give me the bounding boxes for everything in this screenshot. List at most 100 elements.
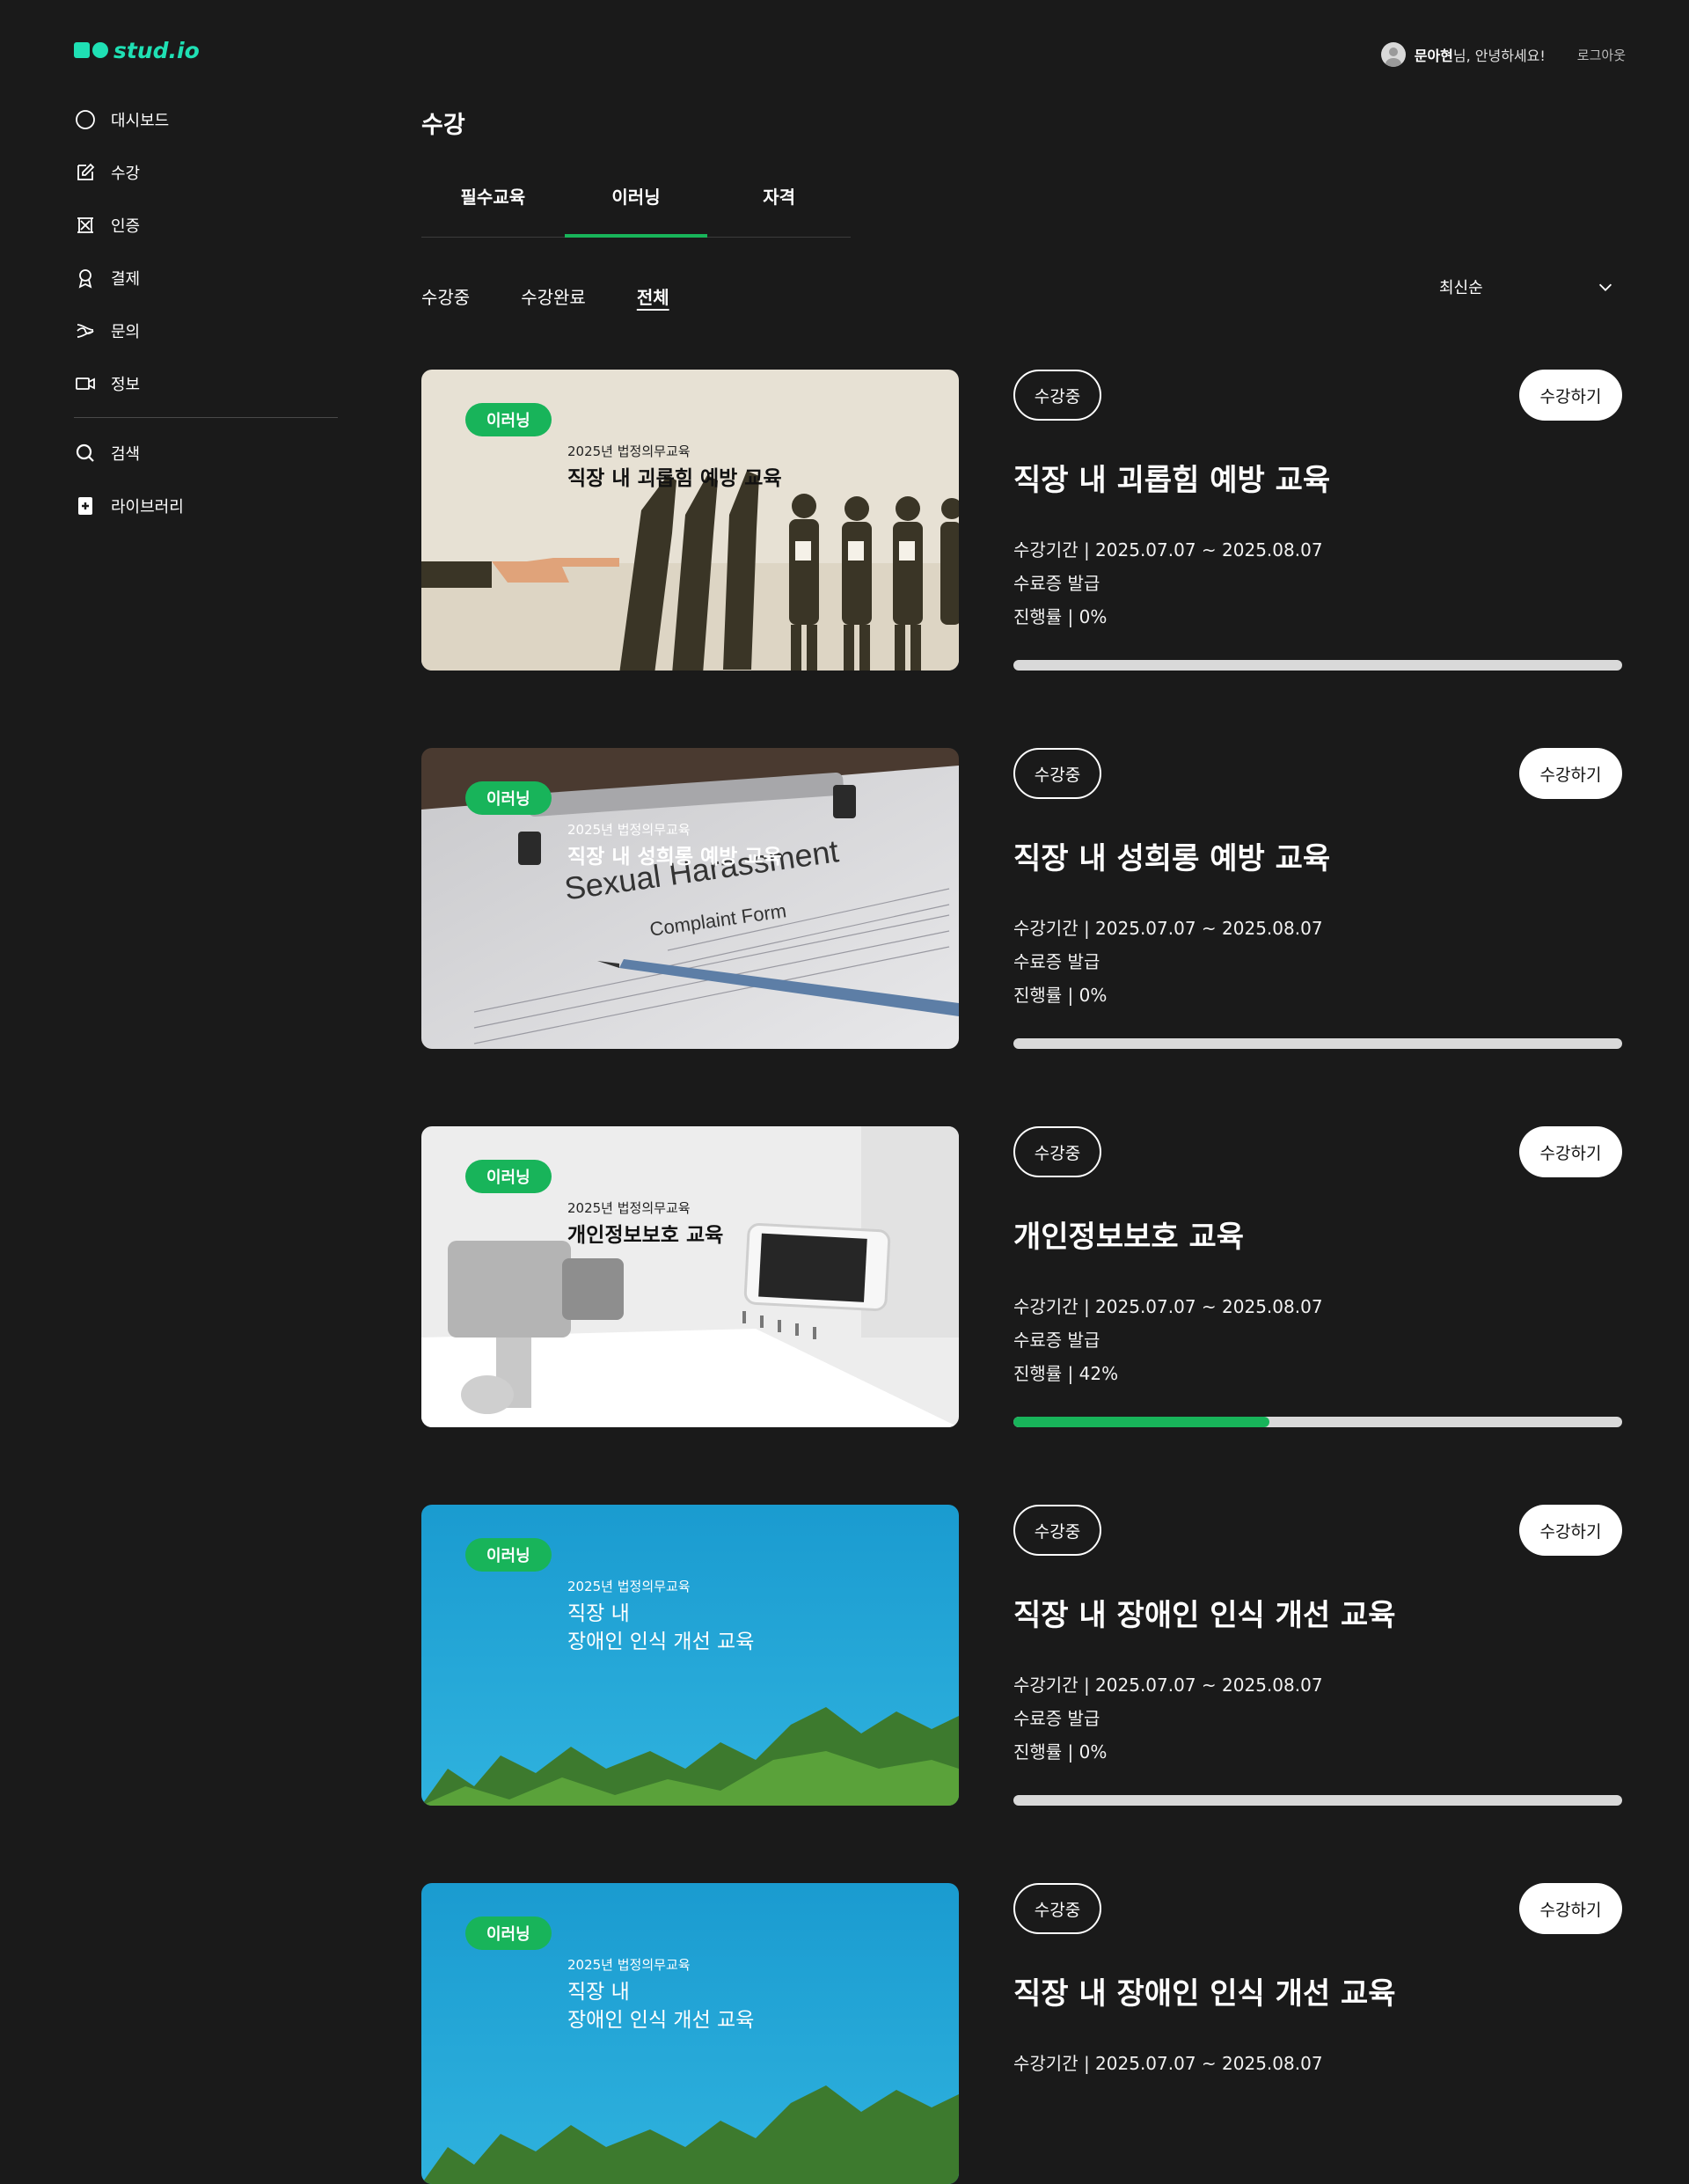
user-area: 문아현 님, 안녕하세요! 로그아웃 bbox=[1380, 42, 1626, 67]
search-icon bbox=[74, 442, 97, 465]
chevron-down-icon bbox=[1598, 283, 1612, 291]
certificate-icon bbox=[74, 214, 97, 237]
filter-all[interactable]: 전체 bbox=[637, 283, 669, 309]
sidebar-item-courses[interactable]: 수강 bbox=[74, 146, 338, 199]
course-period: 수강기간 | 2025.07.07 ~ 2025.08.07 bbox=[1013, 918, 1323, 939]
course-thumbnail[interactable]: 이러닝 2025년 법정의무교육 직장 내 장애인 인식 개선 교육 bbox=[421, 1505, 959, 1806]
status-badge: 수강중 bbox=[1013, 1505, 1101, 1556]
progress-bar bbox=[1013, 1417, 1622, 1427]
start-course-button[interactable]: 수강하기 bbox=[1519, 748, 1622, 799]
tab-required[interactable]: 필수교육 bbox=[421, 169, 565, 237]
thumbnail-title: 직장 내 괴롭힘 예방 교육 bbox=[567, 467, 782, 490]
status-badge: 수강중 bbox=[1013, 370, 1101, 421]
thumbnail-title: 직장 내 성희롱 예방 교육 bbox=[567, 846, 782, 868]
sidebar-divider bbox=[74, 417, 338, 418]
category-badge: 이러닝 bbox=[465, 1916, 552, 1950]
status-badge: 수강중 bbox=[1013, 1883, 1101, 1934]
course-title[interactable]: 직장 내 장애인 인식 개선 교육 bbox=[1013, 1591, 1396, 1634]
course-card: 이러닝 2025년 법정의무교육 개인정보보호 교육 수강중 수강하기 개인정보… bbox=[421, 1126, 1622, 1427]
start-course-button[interactable]: 수강하기 bbox=[1519, 1883, 1622, 1934]
course-certificate: 수료증 발급 bbox=[1013, 573, 1100, 594]
sidebar-item-label: 대시보드 bbox=[111, 112, 170, 130]
course-title[interactable]: 개인정보보호 교육 bbox=[1013, 1213, 1244, 1256]
sidebar-item-certification[interactable]: 인증 bbox=[74, 199, 338, 252]
course-thumbnail[interactable]: 이러닝 2025년 법정의무교육 개인정보보호 교육 bbox=[421, 1126, 959, 1427]
inquiry-icon bbox=[74, 319, 97, 342]
course-title[interactable]: 직장 내 성희롱 예방 교육 bbox=[1013, 834, 1330, 877]
course-info: 수강중 수강하기 직장 내 괴롭힘 예방 교육 수강기간 | 2025.07.0… bbox=[1013, 370, 1622, 671]
sidebar-item-label: 결제 bbox=[111, 270, 141, 289]
sidebar-item-search[interactable]: 검색 bbox=[74, 427, 338, 480]
sidebar-item-label: 검색 bbox=[111, 445, 141, 464]
course-thumbnail[interactable]: 이러닝 2025년 법정의무교육 직장 내 장애인 인식 개선 교육 bbox=[421, 1883, 959, 2184]
course-certificate: 수료증 발급 bbox=[1013, 1708, 1100, 1729]
course-progress-text: 진행률 | 0% bbox=[1013, 985, 1108, 1006]
thumbnail-subtitle: 2025년 법정의무교육 bbox=[567, 1200, 691, 1216]
tab-qualification[interactable]: 자격 bbox=[707, 169, 851, 237]
category-badge: 이러닝 bbox=[465, 1538, 552, 1572]
status-filters: 수강중 수강완료 전체 bbox=[421, 283, 669, 309]
start-course-button[interactable]: 수강하기 bbox=[1519, 1126, 1622, 1177]
course-title[interactable]: 직장 내 장애인 인식 개선 교육 bbox=[1013, 1969, 1396, 2012]
sidebar: 대시보드 수강 인증 결제 문의 정보 검색 라이브러리 bbox=[74, 93, 338, 532]
thumbnail-title: 직장 내 장애인 인식 개선 교육 bbox=[567, 1981, 755, 2033]
course-thumbnail[interactable]: 이러닝 2025년 법정의무교육 직장 내 괴롭힘 예방 교육 bbox=[421, 370, 959, 671]
course-progress-text: 진행률 | 42% bbox=[1013, 1363, 1119, 1384]
course-title[interactable]: 직장 내 괴롭힘 예방 교육 bbox=[1013, 456, 1330, 499]
sidebar-item-inquiry[interactable]: 문의 bbox=[74, 304, 338, 357]
thumbnail-title: 직장 내 장애인 인식 개선 교육 bbox=[567, 1602, 755, 1654]
course-certificate: 수료증 발급 bbox=[1013, 1330, 1100, 1351]
progress-fill bbox=[1013, 1417, 1269, 1427]
course-tabs: 필수교육 이러닝 자격 bbox=[421, 169, 851, 238]
video-icon bbox=[74, 372, 97, 395]
tab-elearning[interactable]: 이러닝 bbox=[564, 169, 708, 238]
course-thumbnail[interactable]: Sexual Harassment Complaint Form 이러닝 202… bbox=[421, 748, 959, 1049]
start-course-button[interactable]: 수강하기 bbox=[1519, 370, 1622, 421]
course-card: 이러닝 2025년 법정의무교육 직장 내 장애인 인식 개선 교육 수강중 수… bbox=[421, 1883, 1622, 2184]
thumbnail-subtitle: 2025년 법정의무교육 bbox=[567, 822, 691, 838]
course-info: 수강중 수강하기 개인정보보호 교육 수강기간 | 2025.07.07 ~ 2… bbox=[1013, 1126, 1622, 1427]
avatar[interactable] bbox=[1380, 42, 1406, 67]
award-icon bbox=[74, 267, 97, 289]
logo-text: stud.io bbox=[113, 37, 200, 63]
sidebar-item-library[interactable]: 라이브러리 bbox=[74, 480, 338, 532]
course-info: 수강중 수강하기 직장 내 장애인 인식 개선 교육 수강기간 | 2025.0… bbox=[1013, 1883, 1622, 2184]
thumbnail-subtitle: 2025년 법정의무교육 bbox=[567, 1579, 691, 1594]
logout-link[interactable]: 로그아웃 bbox=[1577, 46, 1626, 64]
user-name: 문아현 bbox=[1414, 48, 1453, 64]
sidebar-item-label: 문의 bbox=[111, 323, 141, 341]
sidebar-item-payment[interactable]: 결제 bbox=[74, 252, 338, 304]
sidebar-item-label: 인증 bbox=[111, 217, 141, 236]
thumbnail-subtitle: 2025년 법정의무교육 bbox=[567, 443, 691, 459]
course-progress-text: 진행률 | 0% bbox=[1013, 606, 1108, 627]
user-greeting: 님, 안녕하세요! bbox=[1452, 48, 1546, 64]
course-period: 수강기간 | 2025.07.07 ~ 2025.08.07 bbox=[1013, 1296, 1323, 1317]
course-period: 수강기간 | 2025.07.07 ~ 2025.08.07 bbox=[1013, 1675, 1323, 1696]
course-meta: 수강기간 | 2025.07.07 ~ 2025.08.07 수료증 발급 진행… bbox=[1013, 533, 1323, 634]
progress-bar bbox=[1013, 660, 1622, 671]
circle-icon bbox=[74, 108, 97, 131]
page-title: 수강 bbox=[421, 112, 465, 139]
thumbnail-subtitle: 2025년 법정의무교육 bbox=[567, 1957, 691, 1973]
progress-bar bbox=[1013, 1038, 1622, 1049]
sidebar-item-dashboard[interactable]: 대시보드 bbox=[74, 93, 338, 146]
progress-bar bbox=[1013, 1795, 1622, 1806]
sidebar-item-label: 수강 bbox=[111, 165, 141, 183]
course-card: Sexual Harassment Complaint Form 이러닝 202… bbox=[421, 748, 1622, 1049]
course-progress-text: 진행률 | 0% bbox=[1013, 1741, 1108, 1763]
sort-dropdown[interactable]: 최신순 bbox=[1439, 273, 1615, 301]
app-logo[interactable]: stud.io bbox=[74, 37, 200, 63]
filter-completed[interactable]: 수강완료 bbox=[521, 283, 586, 309]
course-card: 이러닝 2025년 법정의무교육 직장 내 괴롭힘 예방 교육 수강중 수강하기… bbox=[421, 370, 1622, 671]
filter-in-progress[interactable]: 수강중 bbox=[421, 283, 470, 309]
sidebar-item-label: 정보 bbox=[111, 376, 141, 394]
course-meta: 수강기간 | 2025.07.07 ~ 2025.08.07 bbox=[1013, 2047, 1323, 2080]
library-icon bbox=[74, 495, 97, 517]
course-period: 수강기간 | 2025.07.07 ~ 2025.08.07 bbox=[1013, 2053, 1323, 2074]
sort-selected: 최신순 bbox=[1439, 279, 1483, 297]
category-badge: 이러닝 bbox=[465, 1160, 552, 1193]
start-course-button[interactable]: 수강하기 bbox=[1519, 1505, 1622, 1556]
course-info: 수강중 수강하기 직장 내 성희롱 예방 교육 수강기간 | 2025.07.0… bbox=[1013, 748, 1622, 1049]
sidebar-item-info[interactable]: 정보 bbox=[74, 357, 338, 410]
course-info: 수강중 수강하기 직장 내 장애인 인식 개선 교육 수강기간 | 2025.0… bbox=[1013, 1505, 1622, 1806]
